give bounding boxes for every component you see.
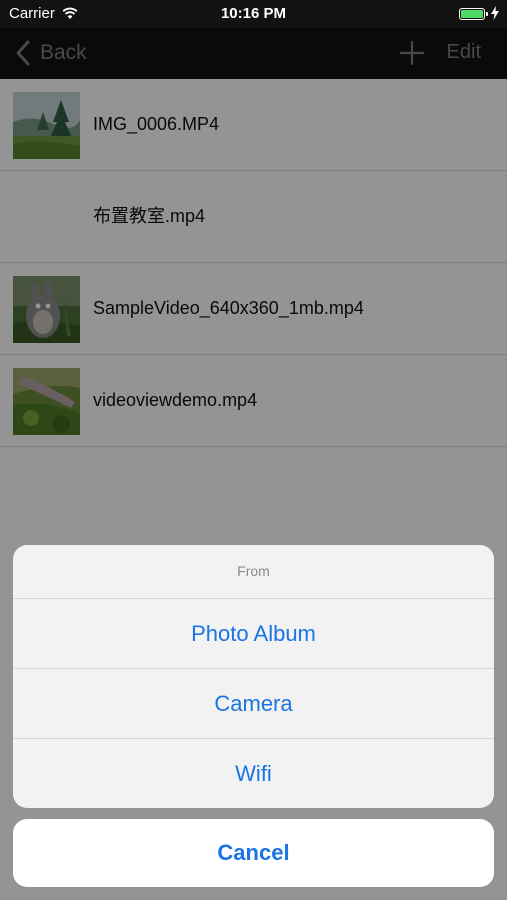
cancel-button[interactable]: Cancel bbox=[13, 819, 494, 887]
wifi-button[interactable]: Wifi bbox=[13, 739, 494, 808]
charging-bolt-icon bbox=[491, 6, 499, 20]
action-sheet: From Photo Album Camera Wifi bbox=[13, 545, 494, 808]
camera-button[interactable]: Camera bbox=[13, 669, 494, 739]
battery-icon bbox=[459, 8, 488, 20]
photo-album-button[interactable]: Photo Album bbox=[13, 599, 494, 669]
status-time: 10:16 PM bbox=[220, 5, 287, 22]
action-sheet-title: From bbox=[13, 545, 494, 599]
status-bar: Carrier 10:16 PM bbox=[0, 0, 507, 28]
